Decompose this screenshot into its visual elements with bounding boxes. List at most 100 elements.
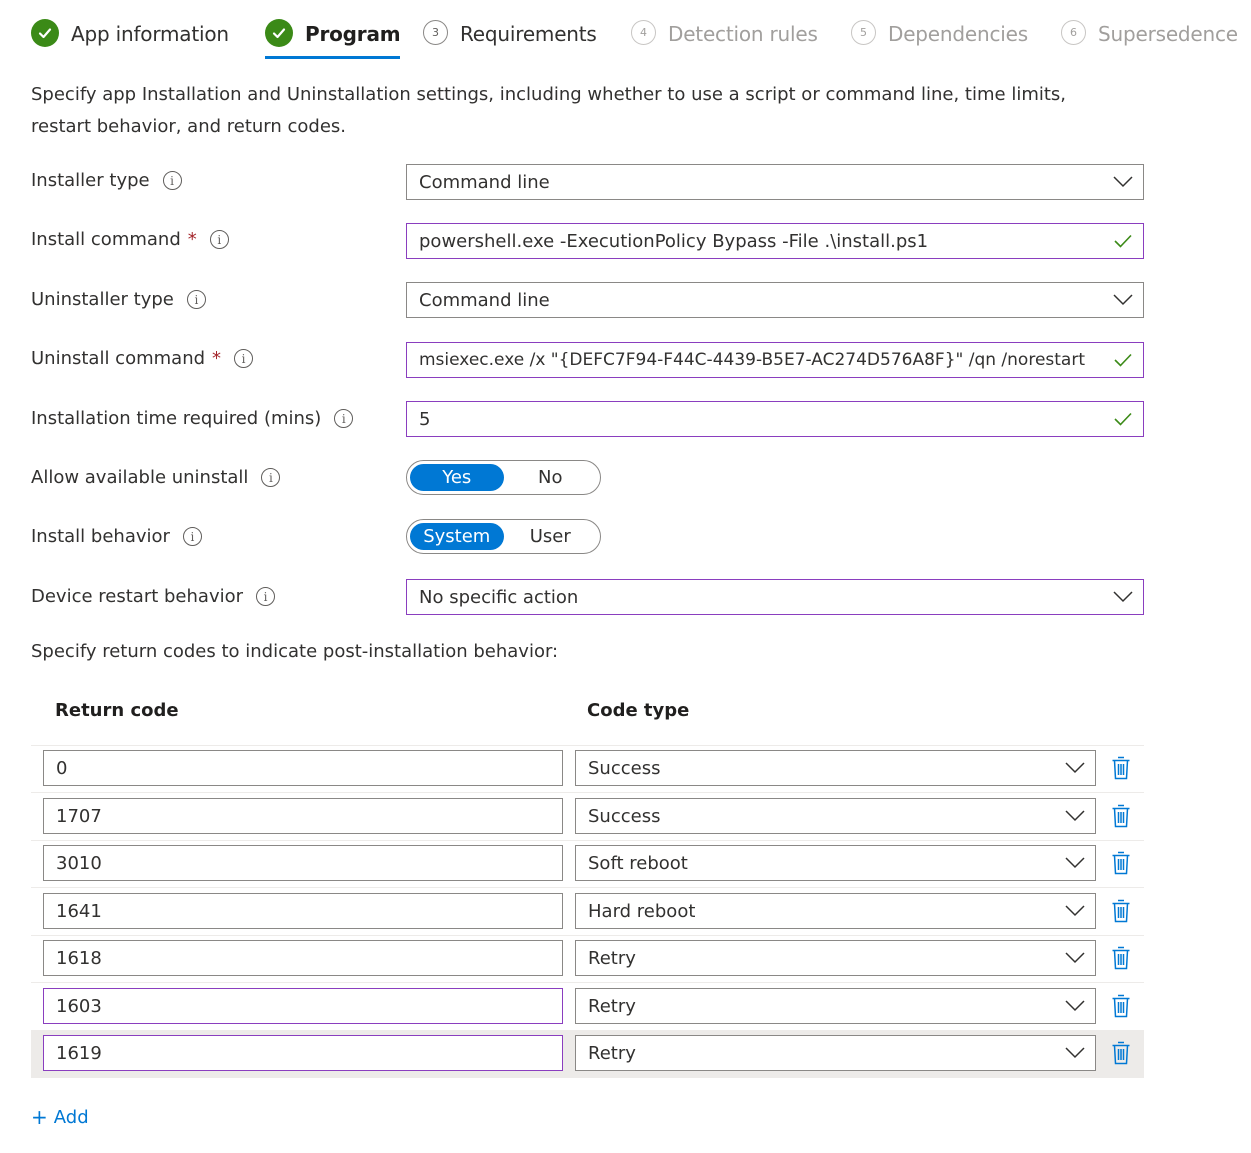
input-value: 5 xyxy=(419,408,431,430)
install-command-input[interactable]: powershell.exe -ExecutionPolicy Bypass -… xyxy=(406,223,1144,259)
return-code-input[interactable]: 0 xyxy=(43,750,563,786)
info-icon[interactable]: i xyxy=(186,290,206,309)
step-dependencies[interactable]: 5 Dependencies xyxy=(851,14,1028,60)
code-type-select[interactable]: Retry xyxy=(575,940,1096,976)
return-code-input[interactable]: 1618 xyxy=(43,940,563,976)
chevron-down-icon xyxy=(1055,762,1095,774)
trash-icon[interactable] xyxy=(1107,1039,1135,1067)
chevron-down-icon xyxy=(1055,952,1095,964)
uninstaller-type-label: Uninstaller type i xyxy=(31,289,206,310)
label-text: Allow available uninstall xyxy=(31,467,249,488)
info-icon[interactable]: i xyxy=(209,230,229,249)
input-value: powershell.exe -ExecutionPolicy Bypass -… xyxy=(419,230,929,252)
code-type-select[interactable]: Soft reboot xyxy=(575,845,1096,881)
step-app-information[interactable]: App information xyxy=(31,14,229,60)
chevron-down-icon xyxy=(1055,1047,1095,1059)
trash-icon[interactable] xyxy=(1107,754,1135,782)
toggle-option-user[interactable]: User xyxy=(504,523,598,550)
chevron-down-icon xyxy=(1103,165,1143,199)
add-label: Add xyxy=(53,1106,89,1128)
install-command-label: Install command * i xyxy=(31,229,229,250)
add-return-code-button[interactable]: + Add xyxy=(31,1105,89,1129)
selected-value: Retry xyxy=(588,1042,636,1064)
code-type-select[interactable]: Hard reboot xyxy=(575,893,1096,929)
restart-behavior-label: Device restart behavior i xyxy=(31,586,276,607)
return-code-input[interactable]: 1641 xyxy=(43,893,563,929)
label-text: Install command xyxy=(31,229,181,250)
required-asterisk: * xyxy=(212,348,222,369)
table-row: 1603 Retry xyxy=(31,984,1144,1031)
table-row: 3010 Soft reboot xyxy=(31,841,1144,888)
input-value: msiexec.exe /x "{DEFC7F94-F44C-4439-B5E7… xyxy=(419,350,1085,370)
return-code-input[interactable]: 1603 xyxy=(43,988,563,1024)
checkmark-icon xyxy=(1103,402,1143,436)
toggle-option-system[interactable]: System xyxy=(410,523,504,550)
trash-icon[interactable] xyxy=(1107,897,1135,925)
chevron-down-icon xyxy=(1103,580,1143,614)
trash-icon[interactable] xyxy=(1107,992,1135,1020)
step-label: Program xyxy=(305,22,401,46)
selected-value: Hard reboot xyxy=(588,900,696,922)
step-number-icon: 4 xyxy=(631,20,656,45)
trash-icon[interactable] xyxy=(1107,944,1135,972)
checkmark-icon xyxy=(265,19,293,47)
chevron-down-icon xyxy=(1055,810,1095,822)
install-time-label: Installation time required (mins) i xyxy=(31,408,354,429)
selected-value: No specific action xyxy=(419,586,579,608)
step-requirements[interactable]: 3 Requirements xyxy=(423,14,597,60)
code-type-select[interactable]: Retry xyxy=(575,988,1096,1024)
table-row: 1641 Hard reboot xyxy=(31,889,1144,936)
step-label: Requirements xyxy=(460,22,597,46)
restart-behavior-select[interactable]: No specific action xyxy=(406,579,1144,615)
code-type-select[interactable]: Retry xyxy=(575,1035,1096,1071)
label-text: Installer type xyxy=(31,170,150,191)
uninstaller-type-select[interactable]: Command line xyxy=(406,282,1144,318)
return-code-input[interactable]: 1619 xyxy=(43,1035,563,1071)
info-icon[interactable]: i xyxy=(182,527,202,546)
trash-icon[interactable] xyxy=(1107,802,1135,830)
checkmark-icon xyxy=(1103,224,1143,258)
step-label: Detection rules xyxy=(668,22,818,46)
info-icon[interactable]: i xyxy=(256,587,276,606)
active-step-underline xyxy=(265,56,401,59)
table-divider xyxy=(31,887,1144,888)
return-code-input[interactable]: 1707 xyxy=(43,798,563,834)
return-codes-subheading: Specify return codes to indicate post-in… xyxy=(31,641,559,662)
allow-uninstall-label: Allow available uninstall i xyxy=(31,467,281,488)
chevron-down-icon xyxy=(1055,1000,1095,1012)
step-supersedence[interactable]: 6 Supersedence xyxy=(1061,14,1238,60)
info-icon[interactable]: i xyxy=(234,349,254,368)
toggle-option-yes[interactable]: Yes xyxy=(410,464,504,491)
installer-type-label: Installer type i xyxy=(31,170,182,191)
code-type-select[interactable]: Success xyxy=(575,798,1096,834)
code-type-select[interactable]: Success xyxy=(575,750,1096,786)
step-program[interactable]: Program xyxy=(265,14,401,60)
installer-type-select[interactable]: Command line xyxy=(406,164,1144,200)
return-code-input[interactable]: 3010 xyxy=(43,845,563,881)
info-icon[interactable]: i xyxy=(261,468,281,487)
step-label: Supersedence xyxy=(1098,22,1238,46)
checkmark-icon xyxy=(31,19,59,47)
install-behavior-label: Install behavior i xyxy=(31,526,202,547)
label-text: Uninstall command xyxy=(31,348,206,369)
install-behavior-toggle: System User xyxy=(406,519,601,554)
uninstall-command-label: Uninstall command * i xyxy=(31,348,254,369)
info-icon[interactable]: i xyxy=(334,409,354,428)
toggle-option-no[interactable]: No xyxy=(504,464,598,491)
plus-icon: + xyxy=(31,1105,48,1129)
column-header-code-type: Code type xyxy=(587,700,690,721)
selected-value: Retry xyxy=(588,995,636,1017)
install-time-input[interactable]: 5 xyxy=(406,401,1144,437)
step-detection-rules[interactable]: 4 Detection rules xyxy=(631,14,818,60)
required-asterisk: * xyxy=(187,229,197,250)
trash-icon[interactable] xyxy=(1107,849,1135,877)
table-row: 0 Success xyxy=(31,746,1144,793)
intro-text: Specify app Installation and Uninstallat… xyxy=(31,84,1067,137)
table-row: 1619 Retry xyxy=(31,1031,1144,1078)
selected-value: Soft reboot xyxy=(588,852,688,874)
wizard-steps: App information Program 3 Requirements 4… xyxy=(0,0,1251,70)
info-icon[interactable]: i xyxy=(162,171,182,190)
uninstall-command-input[interactable]: msiexec.exe /x "{DEFC7F94-F44C-4439-B5E7… xyxy=(406,342,1144,378)
column-header-return-code: Return code xyxy=(55,700,179,721)
step-label: Dependencies xyxy=(888,22,1028,46)
